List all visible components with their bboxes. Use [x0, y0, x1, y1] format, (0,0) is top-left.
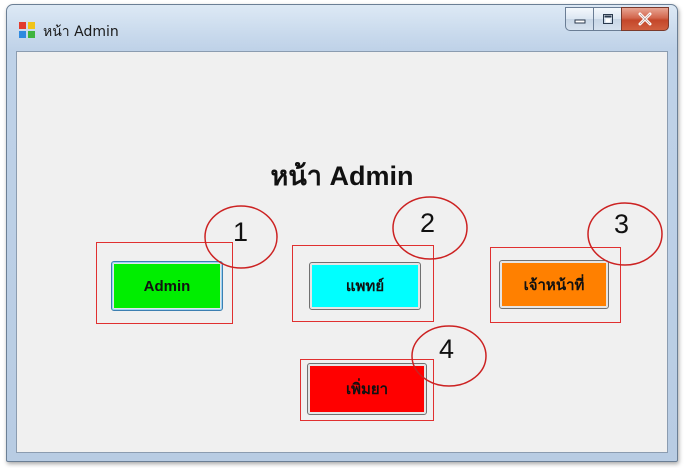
page-heading: หน้า Admin	[270, 161, 414, 191]
add-medicine-button-face: เพิ่มยา	[310, 366, 424, 412]
admin-button-face: Admin	[114, 264, 220, 308]
minimize-icon	[574, 19, 585, 24]
annotation-number-2: 2	[420, 208, 436, 238]
caption-buttons	[565, 7, 669, 33]
window-title: หน้า Admin	[43, 24, 119, 40]
annotation-number-1: 1	[233, 217, 249, 247]
form-client-area: หน้า Admin Admin แพทย์ เจ้าหน้าที่ เพิ่ม…	[16, 51, 668, 453]
minimize-button[interactable]	[565, 7, 593, 31]
title-bar[interactable]: หน้า Admin	[7, 5, 677, 51]
annotation-number-3: 3	[614, 209, 630, 239]
staff-button-face: เจ้าหน้าที่	[502, 263, 606, 306]
close-button[interactable]	[621, 7, 669, 31]
staff-button[interactable]: เจ้าหน้าที่	[499, 260, 609, 309]
close-x-icon	[638, 12, 652, 26]
admin-button[interactable]: Admin	[111, 261, 223, 311]
add-medicine-button[interactable]: เพิ่มยา	[307, 363, 427, 415]
app-icon	[19, 22, 35, 38]
doctor-button[interactable]: แพทย์	[309, 262, 421, 310]
maximize-icon	[602, 14, 613, 24]
annotation-number-4: 4	[439, 334, 455, 364]
doctor-button-face: แพทย์	[312, 265, 418, 307]
maximize-button[interactable]	[593, 7, 621, 31]
admin-window: หน้า Admin หน้า Admin Admin แพทย์ เจ้าหน…	[6, 4, 678, 462]
